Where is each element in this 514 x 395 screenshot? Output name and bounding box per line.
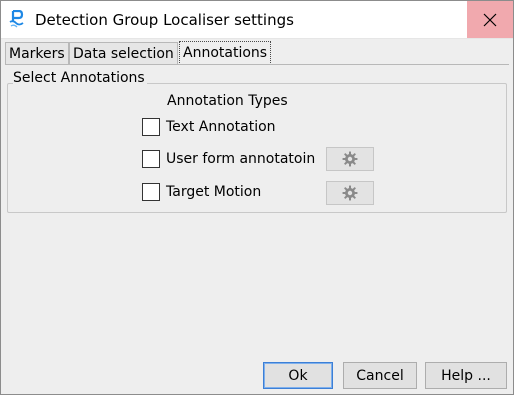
window-title: Detection Group Localiser settings: [35, 11, 294, 29]
close-icon: [483, 13, 497, 26]
user-form-annotation-checkbox[interactable]: [142, 150, 160, 168]
cancel-button[interactable]: Cancel: [343, 362, 417, 389]
help-button[interactable]: Help ...: [425, 362, 507, 389]
gear-icon: [342, 151, 358, 167]
annotation-row-target-motion: Target Motion: [142, 182, 261, 202]
gear-icon: [342, 185, 358, 201]
annotation-row-user-form: User form annotatoin: [142, 149, 315, 169]
close-button[interactable]: [467, 1, 513, 38]
tab-annotations[interactable]: Annotations: [179, 41, 272, 65]
target-motion-settings-button[interactable]: [326, 181, 374, 205]
user-form-annotation-label: User form annotatoin: [166, 151, 316, 167]
title-bar: Detection Group Localiser settings: [1, 1, 513, 39]
group-title: Select Annotations: [13, 70, 147, 86]
ok-button[interactable]: Ok: [263, 362, 333, 389]
settings-dialog: Detection Group Localiser settings Marke…: [0, 0, 514, 395]
tab-markers[interactable]: Markers: [5, 42, 69, 64]
tab-data-selection[interactable]: Data selection: [69, 42, 178, 64]
user-form-settings-button[interactable]: [326, 147, 374, 171]
annotation-types-heading: Annotation Types: [167, 93, 288, 109]
text-annotation-checkbox[interactable]: [142, 118, 160, 136]
annotation-row-text: Text Annotation: [142, 117, 276, 137]
text-annotation-label: Text Annotation: [166, 119, 276, 135]
target-motion-label: Target Motion: [166, 184, 262, 200]
target-motion-checkbox[interactable]: [142, 183, 160, 201]
app-logo-icon: [9, 10, 24, 28]
